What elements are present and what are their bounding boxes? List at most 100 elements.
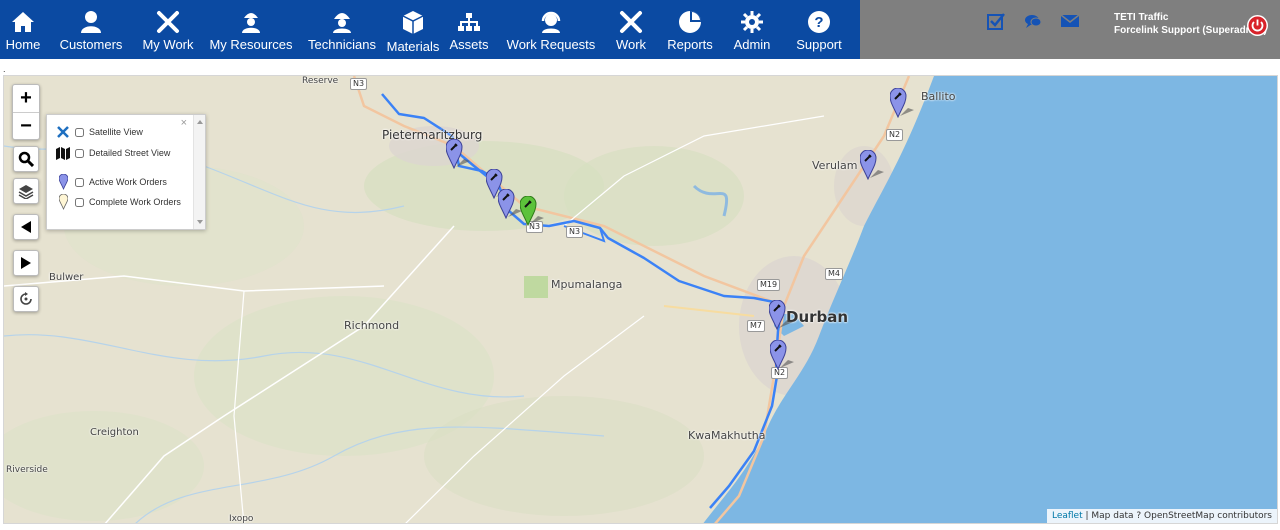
nav-home[interactable]: Home (0, 0, 46, 59)
map-icon (55, 146, 71, 160)
nav-technicians[interactable]: Technicians (302, 0, 382, 59)
nav-admin[interactable]: Admin (726, 0, 778, 59)
zoom-out-button[interactable]: − (13, 112, 39, 139)
nav-label: Home (5, 37, 41, 52)
refresh-icon (20, 292, 32, 305)
mail-icon[interactable] (1060, 10, 1080, 32)
home-icon (11, 8, 35, 36)
place-label: Ballito (921, 90, 956, 103)
nav-work-requests[interactable]: Work Requests (494, 0, 608, 59)
work-order-pin[interactable] (445, 138, 470, 170)
layers-icon (18, 185, 34, 199)
street-checkbox[interactable] (75, 148, 84, 158)
logout-button[interactable] (1247, 15, 1268, 36)
nav-label: Work (615, 37, 647, 52)
pin-icon (55, 174, 71, 190)
satellite-label: Satellite View (89, 127, 143, 137)
road-shield: N3 (350, 78, 368, 90)
nav-label: Customers (59, 37, 123, 52)
road-shield: M19 (757, 279, 781, 291)
work-order-pin[interactable] (497, 188, 522, 220)
place-label: Verulam (812, 159, 858, 172)
map-attribution: Leaflet | Map data ? OpenStreetMap contr… (1046, 509, 1277, 523)
layers-scrollbar[interactable] (193, 115, 205, 229)
worker-icon (240, 8, 262, 36)
place-label: Mpumalanga (551, 278, 623, 291)
work-order-pin[interactable] (768, 299, 793, 331)
nav-my-resources[interactable]: My Resources (200, 0, 302, 59)
road-shield: N3 (566, 226, 584, 238)
active-checkbox[interactable] (75, 177, 84, 187)
nav-label: Work Requests (506, 37, 596, 52)
svg-text:?: ? (814, 14, 823, 31)
nav-my-work[interactable]: My Work (136, 0, 200, 59)
search-button[interactable] (13, 146, 39, 172)
nav-label: Technicians (308, 37, 376, 52)
next-button[interactable] (13, 250, 39, 276)
work-order-pin[interactable] (889, 87, 914, 119)
nav-label: Assets (449, 37, 489, 52)
nav-label: My Work (142, 37, 194, 52)
arrow-left-icon (21, 221, 31, 233)
zoom-control: + − (12, 84, 40, 140)
layers-button[interactable] (13, 178, 39, 204)
satellite-icon (55, 126, 71, 138)
layer-satellite[interactable]: Satellite View (55, 125, 143, 139)
work-order-pin[interactable] (769, 339, 794, 371)
place-label: Creighton (90, 427, 139, 438)
layers-panel: × Satellite View Detailed Street View Ac… (46, 114, 206, 230)
road-shield: M7 (747, 320, 765, 332)
technician-icon (331, 8, 353, 36)
nav-label: Admin (733, 37, 771, 52)
active-label: Active Work Orders (89, 177, 167, 187)
place-label: Ixopo (229, 514, 254, 524)
nav-materials[interactable]: Materials (382, 0, 444, 59)
nav-assets[interactable]: Assets (444, 0, 494, 59)
hierarchy-icon (457, 8, 481, 36)
user-info: TETI Traffic Forcelink Support (Superadm… (1114, 11, 1267, 37)
leaflet-link[interactable]: Leaflet (1052, 511, 1083, 521)
nav-reports[interactable]: Reports (654, 0, 726, 59)
main-nav: Home Customers My Work My Resources Tech… (0, 0, 860, 59)
utility-icons (986, 10, 1080, 32)
help-icon: ? (807, 8, 831, 36)
nav-label: My Resources (209, 37, 293, 52)
layer-active[interactable]: Active Work Orders (55, 174, 167, 190)
user-org: TETI Traffic (1114, 12, 1169, 23)
nav-label: Materials (386, 39, 440, 54)
nav-support[interactable]: ? Support (778, 0, 860, 59)
chat-icon[interactable] (1023, 10, 1043, 32)
layer-complete[interactable]: Complete Work Orders (55, 194, 181, 210)
layer-street[interactable]: Detailed Street View (55, 146, 170, 160)
place-label: Reserve (302, 76, 339, 86)
map-view[interactable]: Reserve Pietermaritzburg Ballito Verulam… (3, 75, 1278, 524)
selected-work-order-pin[interactable] (519, 195, 544, 227)
nav-label: Support (796, 37, 842, 52)
pie-chart-icon (678, 8, 702, 36)
street-label: Detailed Street View (89, 148, 171, 158)
attribution-text: Map data ? OpenStreetMap contributors (1091, 511, 1272, 521)
road-shield: N2 (886, 129, 904, 141)
nav-work[interactable]: Work (608, 0, 654, 59)
close-icon[interactable]: × (181, 117, 187, 129)
tools-icon (156, 8, 180, 36)
customers-icon (80, 8, 102, 36)
satellite-checkbox[interactable] (75, 127, 84, 137)
nav-label: Reports (667, 37, 713, 52)
nav-customers[interactable]: Customers (46, 0, 136, 59)
place-label: Durban (786, 308, 849, 326)
box-icon (401, 8, 425, 36)
refresh-button[interactable] (13, 286, 39, 312)
tools-icon (619, 8, 643, 36)
pin-icon (55, 194, 71, 210)
zoom-in-button[interactable]: + (13, 85, 39, 112)
work-order-pin[interactable] (859, 149, 884, 181)
arrow-right-icon (21, 257, 31, 269)
road-shield: M4 (825, 268, 843, 280)
complete-label: Complete Work Orders (89, 197, 181, 207)
tasks-icon[interactable] (986, 10, 1006, 32)
complete-checkbox[interactable] (75, 197, 84, 207)
user-name: Forcelink Support (Superadmin) (1114, 25, 1267, 36)
page-marker: . (3, 64, 6, 74)
previous-button[interactable] (13, 214, 39, 240)
